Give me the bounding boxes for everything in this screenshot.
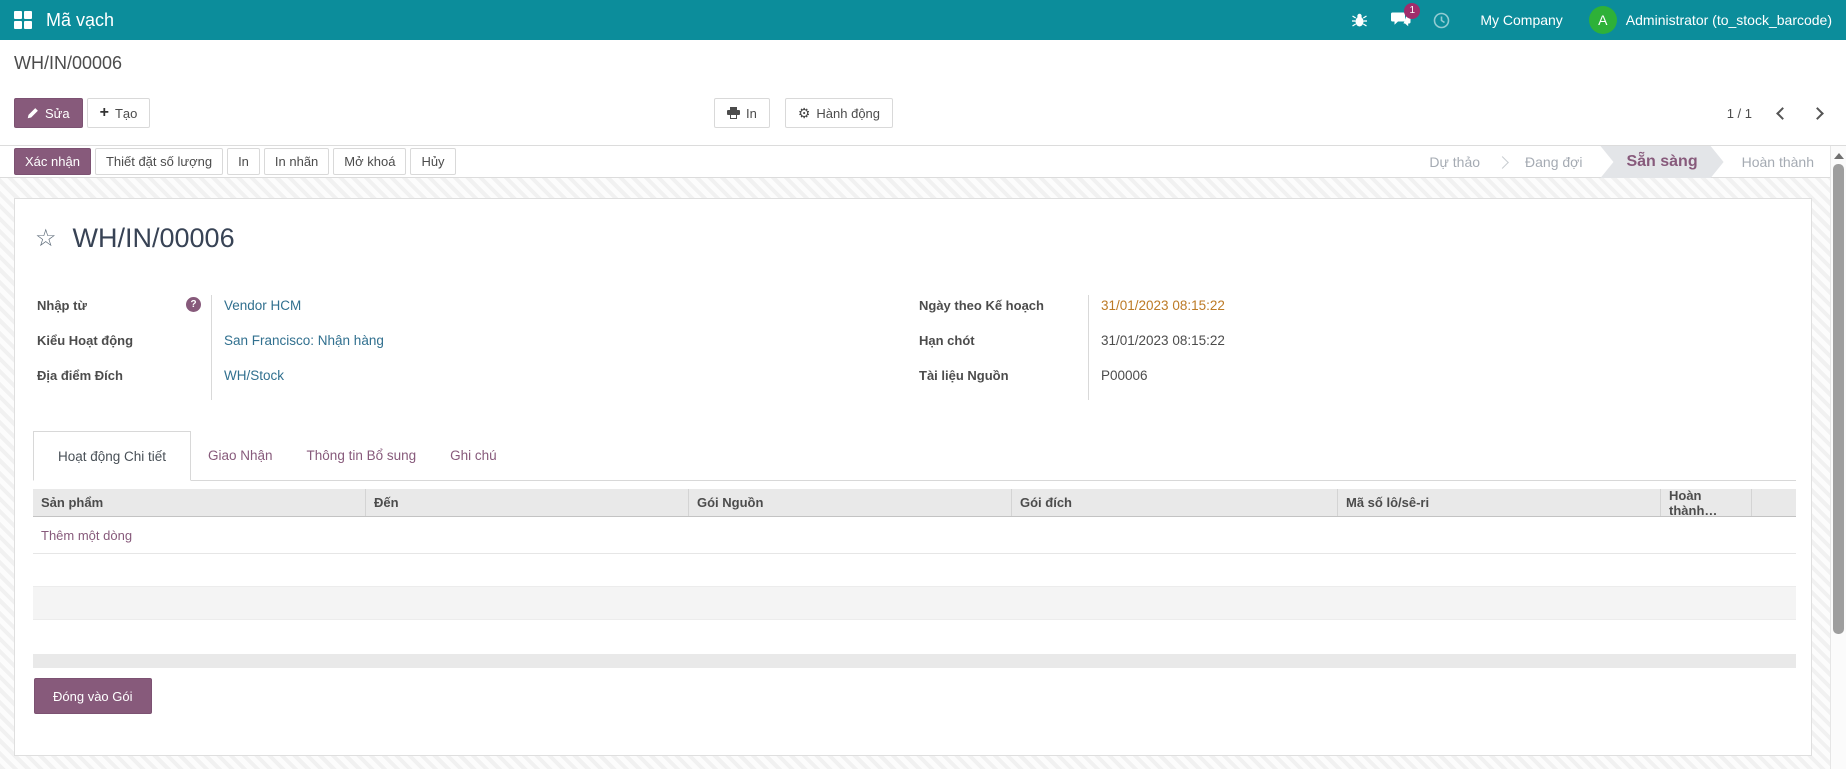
- odoo-form-view: Mã vạch 1: [0, 0, 1846, 769]
- table-row: [33, 554, 1796, 587]
- apps-menu-icon[interactable]: [14, 11, 32, 29]
- debug-bug-icon[interactable]: [1342, 0, 1376, 40]
- statusbar: Xác nhận Thiết đặt số lượng In In nhãn M…: [0, 146, 1846, 178]
- notebook-tabs: Hoạt động Chi tiết Giao Nhận Thông tin B…: [33, 431, 1796, 481]
- form-content-area: ☆ WH/IN/00006 Nhập từ ? Vendor HCM Kiểu …: [0, 178, 1846, 769]
- state-pipeline: Dự thảo Đang đợi Sẵn sàng Hoàn thành: [1429, 146, 1814, 178]
- cancel-button[interactable]: Hủy: [410, 148, 455, 175]
- vertical-scrollbar[interactable]: [1830, 146, 1846, 769]
- user-menu[interactable]: Administrator (to_stock_barcode): [1626, 12, 1832, 28]
- move-lines-table: Sản phẩm Đến Gói Nguồn Gói đích Mã số lô…: [33, 489, 1796, 653]
- plus-icon: +: [100, 105, 109, 121]
- field-label-source-document: Tài liệu Nguồn: [919, 365, 1088, 400]
- column-header-handle: [1752, 489, 1796, 516]
- create-button[interactable]: + Tạo: [87, 98, 151, 128]
- tab-detailed-operations[interactable]: Hoạt động Chi tiết: [33, 431, 191, 481]
- print-picking-button[interactable]: In: [227, 148, 260, 175]
- print-button[interactable]: In: [714, 98, 770, 128]
- print-labels-button[interactable]: In nhãn: [264, 148, 329, 175]
- pager-next-icon[interactable]: [1811, 107, 1824, 120]
- top-navbar: Mã vạch 1: [0, 0, 1846, 40]
- field-label-scheduled-date: Ngày theo Kế hoạch: [919, 295, 1088, 330]
- breadcrumb: WH/IN/00006: [14, 53, 122, 74]
- column-header-lot-serial[interactable]: Mã số lô/sê-ri: [1338, 489, 1661, 516]
- field-value-destination-location[interactable]: WH/Stock: [211, 365, 751, 400]
- table-header-row: Sản phẩm Đến Gói Nguồn Gói đích Mã số lô…: [33, 489, 1796, 517]
- pager-value: 1 / 1: [1727, 106, 1752, 121]
- favorite-star-icon[interactable]: ☆: [35, 227, 57, 251]
- validate-button[interactable]: Xác nhận: [14, 148, 91, 175]
- pencil-icon: [27, 107, 39, 119]
- table-row: [33, 587, 1796, 620]
- help-icon: ?: [186, 297, 201, 312]
- record-title: WH/IN/00006: [73, 223, 235, 254]
- pager-previous-icon[interactable]: [1776, 107, 1789, 120]
- scrollbar-thumb[interactable]: [1833, 164, 1844, 634]
- column-header-destination-package[interactable]: Gói đích: [1012, 489, 1338, 516]
- set-quantities-button[interactable]: Thiết đặt số lượng: [95, 148, 223, 175]
- activities-clock-icon[interactable]: [1424, 0, 1458, 40]
- add-a-line-link[interactable]: Thêm một dòng: [41, 528, 132, 543]
- state-draft[interactable]: Dự thảo: [1429, 154, 1480, 170]
- column-header-product[interactable]: Sản phẩm: [33, 489, 366, 516]
- column-header-source-package[interactable]: Gói Nguồn: [689, 489, 1012, 516]
- column-header-to[interactable]: Đến: [366, 489, 689, 516]
- pager: 1 / 1: [1727, 98, 1822, 128]
- field-value-deadline: 31/01/2023 08:15:22: [1088, 330, 1648, 365]
- state-ready-active[interactable]: Sẵn sàng: [1600, 146, 1723, 178]
- field-label-destination-location: Địa điểm Đích: [37, 365, 211, 400]
- action-button[interactable]: ⚙ Hành động: [785, 98, 893, 128]
- field-group-left: Nhập từ ? Vendor HCM Kiểu Hoạt động San …: [37, 295, 751, 400]
- field-value-operation-type[interactable]: San Francisco: Nhận hàng: [211, 330, 751, 365]
- state-done[interactable]: Hoàn thành: [1742, 154, 1814, 170]
- messages-icon[interactable]: 1: [1384, 0, 1418, 40]
- chevron-separator-icon: [1496, 156, 1509, 169]
- field-group-right: Ngày theo Kế hoạch 31/01/2023 08:15:22 H…: [919, 295, 1648, 400]
- message-count-badge: 1: [1404, 3, 1420, 19]
- table-row: [33, 620, 1796, 653]
- unlock-button[interactable]: Mở khoá: [333, 148, 406, 175]
- scroll-up-icon[interactable]: [1834, 153, 1844, 159]
- field-label-operation-type: Kiểu Hoạt động: [37, 330, 211, 365]
- field-label-receive-from: Nhập từ ?: [37, 295, 211, 330]
- field-value-partner[interactable]: Vendor HCM: [211, 295, 751, 330]
- edit-button[interactable]: Sửa: [14, 98, 83, 128]
- column-header-done[interactable]: Hoàn thành…: [1661, 489, 1752, 516]
- state-waiting[interactable]: Đang đợi: [1525, 154, 1582, 170]
- tab-additional-info[interactable]: Thông tin Bổ sung: [290, 431, 434, 480]
- company-switcher[interactable]: My Company: [1480, 12, 1562, 28]
- field-value-scheduled-date: 31/01/2023 08:15:22: [1088, 295, 1648, 330]
- put-in-pack-button[interactable]: Đóng vào Gói: [34, 678, 152, 714]
- user-avatar[interactable]: A: [1589, 6, 1617, 34]
- table-footer-bar: [33, 654, 1796, 668]
- control-panel: WH/IN/00006 Sửa + Tạo: [0, 40, 1846, 146]
- field-label-deadline: Hạn chót: [919, 330, 1088, 365]
- table-row: Thêm một dòng: [33, 517, 1796, 554]
- printer-icon: [727, 107, 740, 119]
- field-value-source-document: P00006: [1088, 365, 1648, 400]
- gear-icon: ⚙: [798, 106, 811, 120]
- app-name: Mã vạch: [46, 10, 114, 31]
- tab-operations[interactable]: Giao Nhận: [191, 431, 290, 480]
- form-sheet: ☆ WH/IN/00006 Nhập từ ? Vendor HCM Kiểu …: [14, 198, 1812, 756]
- tab-note[interactable]: Ghi chú: [433, 431, 514, 480]
